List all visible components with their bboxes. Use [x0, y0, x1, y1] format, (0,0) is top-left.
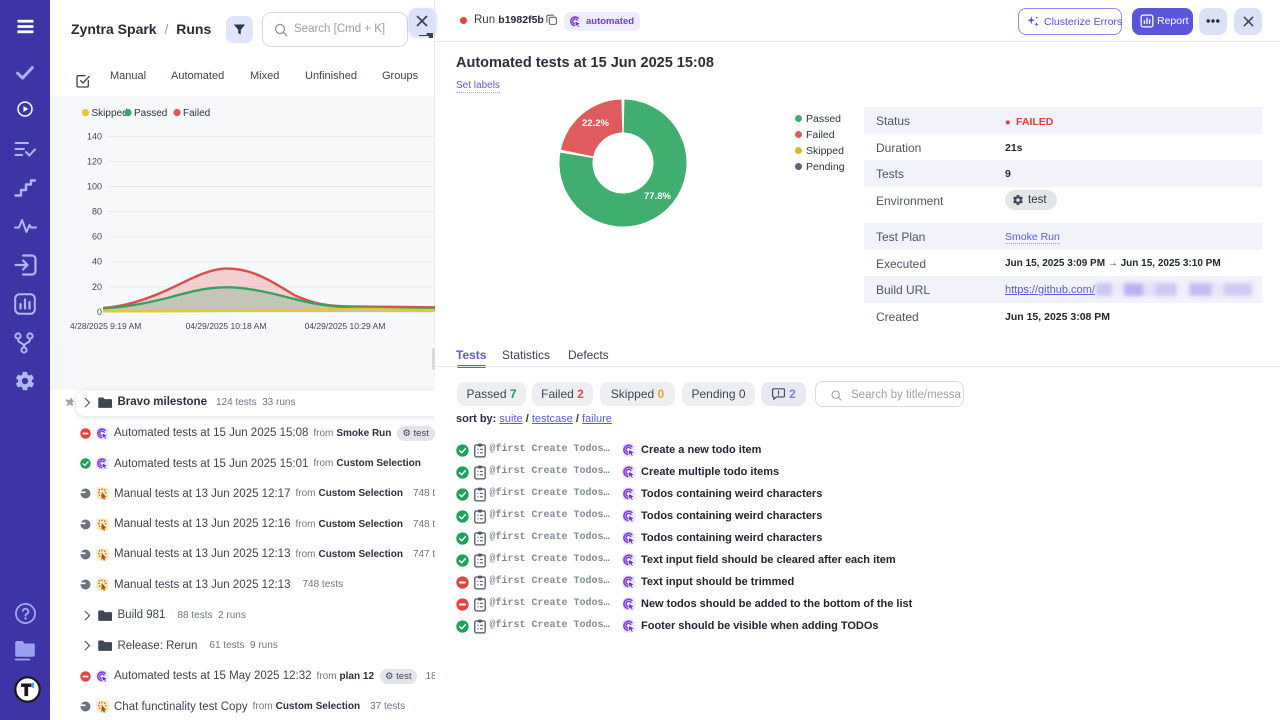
svg-text:140: 140	[87, 132, 102, 142]
svg-text:Failed: Failed	[183, 108, 210, 119]
svg-text:04/29/2025 10:29 AM: 04/29/2025 10:29 AM	[305, 321, 386, 331]
svg-text:40: 40	[92, 257, 102, 267]
svg-text:120: 120	[87, 157, 102, 167]
svg-text:Skipped: Skipped	[92, 108, 128, 119]
svg-text:80: 80	[92, 207, 102, 217]
svg-text:20: 20	[92, 282, 102, 292]
svg-text:60: 60	[92, 232, 102, 242]
svg-text:Passed: Passed	[134, 108, 167, 119]
svg-text:4/28/2025 9:19 AM: 4/28/2025 9:19 AM	[70, 321, 141, 331]
svg-text:22.2%: 22.2%	[582, 118, 609, 129]
svg-text:0: 0	[97, 307, 102, 317]
svg-text:77.8%: 77.8%	[644, 191, 671, 202]
svg-text:04/29/2025 10:18 AM: 04/29/2025 10:18 AM	[186, 321, 267, 331]
svg-text:100: 100	[87, 182, 102, 192]
